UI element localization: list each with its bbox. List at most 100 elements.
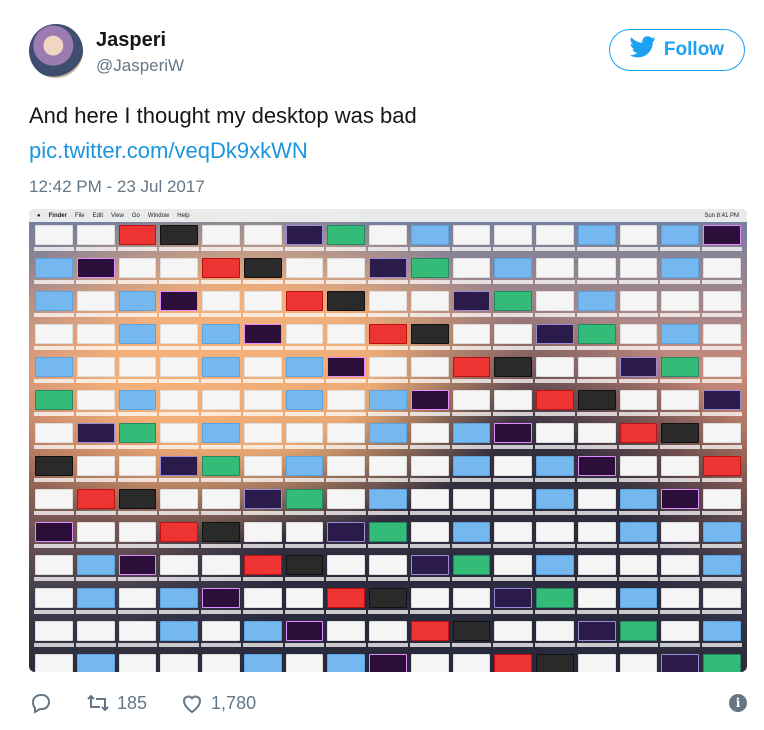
twitter-bird-icon — [629, 36, 656, 64]
desktop-file-icon — [493, 357, 533, 383]
like-count: 1,780 — [211, 692, 257, 713]
desktop-file-icon — [535, 357, 575, 383]
desktop-file-icon — [34, 357, 74, 383]
desktop-file-icon — [451, 324, 492, 350]
desktop-file-icon — [702, 357, 742, 383]
desktop-file-icon — [451, 225, 492, 251]
desktop-file-icon — [242, 489, 283, 515]
desktop-file-icon — [618, 555, 659, 581]
desktop-file-icon — [117, 456, 158, 482]
desktop-file-icon — [660, 357, 700, 383]
user-handle[interactable]: @JasperiW — [96, 56, 184, 76]
desktop-file-icon — [409, 390, 450, 416]
desktop-file-icon — [660, 324, 700, 350]
desktop-file-icon — [34, 225, 74, 251]
desktop-file-icon — [34, 555, 74, 581]
desktop-file-icon — [702, 390, 742, 416]
desktop-file-icon — [201, 390, 241, 416]
desktop-file-icon — [576, 324, 617, 350]
desktop-file-icon — [493, 324, 533, 350]
desktop-file-icon — [201, 555, 241, 581]
desktop-file-icon — [660, 291, 700, 317]
desktop-file-icon — [326, 588, 366, 614]
desktop-file-icon — [75, 390, 116, 416]
attached-screenshot[interactable]: ● Finder File Edit View Go Window Help S… — [29, 209, 747, 672]
desktop-file-icon — [576, 390, 617, 416]
desktop-file-icon — [618, 225, 659, 251]
desktop-file-icon — [326, 390, 366, 416]
desktop-file-icon — [493, 225, 533, 251]
desktop-file-icon — [409, 621, 450, 647]
desktop-file-icon — [284, 588, 325, 614]
tweet-timestamp[interactable]: 12:42 PM - 23 Jul 2017 — [29, 177, 205, 197]
retweet-button[interactable]: 185 — [86, 691, 147, 715]
desktop-file-icon — [75, 258, 116, 284]
desktop-file-icon — [159, 588, 199, 614]
desktop-file-icon — [535, 621, 575, 647]
user-avatar[interactable] — [29, 24, 83, 78]
desktop-file-icon — [535, 423, 575, 449]
desktop-file-icon — [410, 654, 449, 672]
desktop-file-icon — [451, 621, 492, 647]
desktop-file-icon — [618, 456, 659, 482]
desktop-file-icon — [159, 621, 199, 647]
menu-item: Edit — [92, 212, 103, 219]
desktop-file-icon — [702, 258, 742, 284]
desktop-file-icon — [576, 423, 617, 449]
desktop-file-icon — [159, 357, 199, 383]
display-name[interactable]: Jasperi — [96, 29, 166, 52]
follow-button[interactable]: Follow — [609, 29, 745, 71]
media-link[interactable]: pic.twitter.com/veqDk9xkWN — [29, 138, 308, 164]
desktop-file-icon — [326, 423, 366, 449]
desktop-file-icon — [284, 621, 325, 647]
retweet-count: 185 — [117, 692, 148, 713]
tweet-actions: 185 1,780 i — [29, 686, 747, 720]
desktop-file-icon — [576, 489, 617, 515]
desktop-file-icon — [451, 423, 492, 449]
desktop-file-icon — [618, 324, 659, 350]
desktop-file-icon — [451, 357, 492, 383]
menu-item: Window — [147, 212, 170, 219]
desktop-file-icon — [159, 390, 199, 416]
desktop-file-icon — [493, 555, 533, 581]
desktop-file-icon — [493, 621, 533, 647]
desktop-file-icon — [284, 456, 325, 482]
reply-button[interactable] — [29, 691, 53, 715]
desktop-file-icon — [493, 423, 533, 449]
desktop-file-icon — [34, 489, 74, 515]
desktop-file-icon — [242, 621, 283, 647]
desktop-file-icon — [117, 555, 158, 581]
desktop-file-icon — [117, 522, 158, 548]
like-button[interactable]: 1,780 — [180, 691, 256, 715]
desktop-file-icon — [493, 522, 533, 548]
desktop-file-icon — [75, 291, 116, 317]
desktop-file-icon — [452, 654, 491, 672]
desktop-file-icon — [451, 390, 492, 416]
desktop-file-icon — [660, 390, 700, 416]
desktop-file-icon — [75, 423, 116, 449]
desktop-file-icon — [368, 357, 408, 383]
desktop-file-icon — [34, 522, 74, 548]
desktop-file-icon — [618, 522, 659, 548]
desktop-file-icon — [494, 654, 533, 672]
desktop-file-icon — [368, 225, 408, 251]
desktop-file-icon — [660, 489, 700, 515]
desktop-file-icon — [409, 456, 450, 482]
desktop-file-icon — [535, 555, 575, 581]
desktop-file-icon — [660, 555, 700, 581]
desktop-file-icon — [702, 291, 742, 317]
desktop-file-icon — [409, 588, 450, 614]
desktop-file-icon — [326, 456, 366, 482]
desktop-file-icon — [618, 489, 659, 515]
desktop-file-icon — [660, 522, 700, 548]
desktop-file-icon — [451, 489, 492, 515]
desktop-file-icon — [702, 456, 742, 482]
desktop-file-icon — [493, 258, 533, 284]
desktop-file-icon — [368, 489, 408, 515]
info-icon[interactable]: i — [729, 694, 747, 712]
desktop-file-icon — [535, 522, 575, 548]
desktop-file-icon — [576, 588, 617, 614]
desktop-file-icon — [201, 522, 241, 548]
desktop-file-icon — [576, 621, 617, 647]
desktop-file-icon — [368, 291, 408, 317]
